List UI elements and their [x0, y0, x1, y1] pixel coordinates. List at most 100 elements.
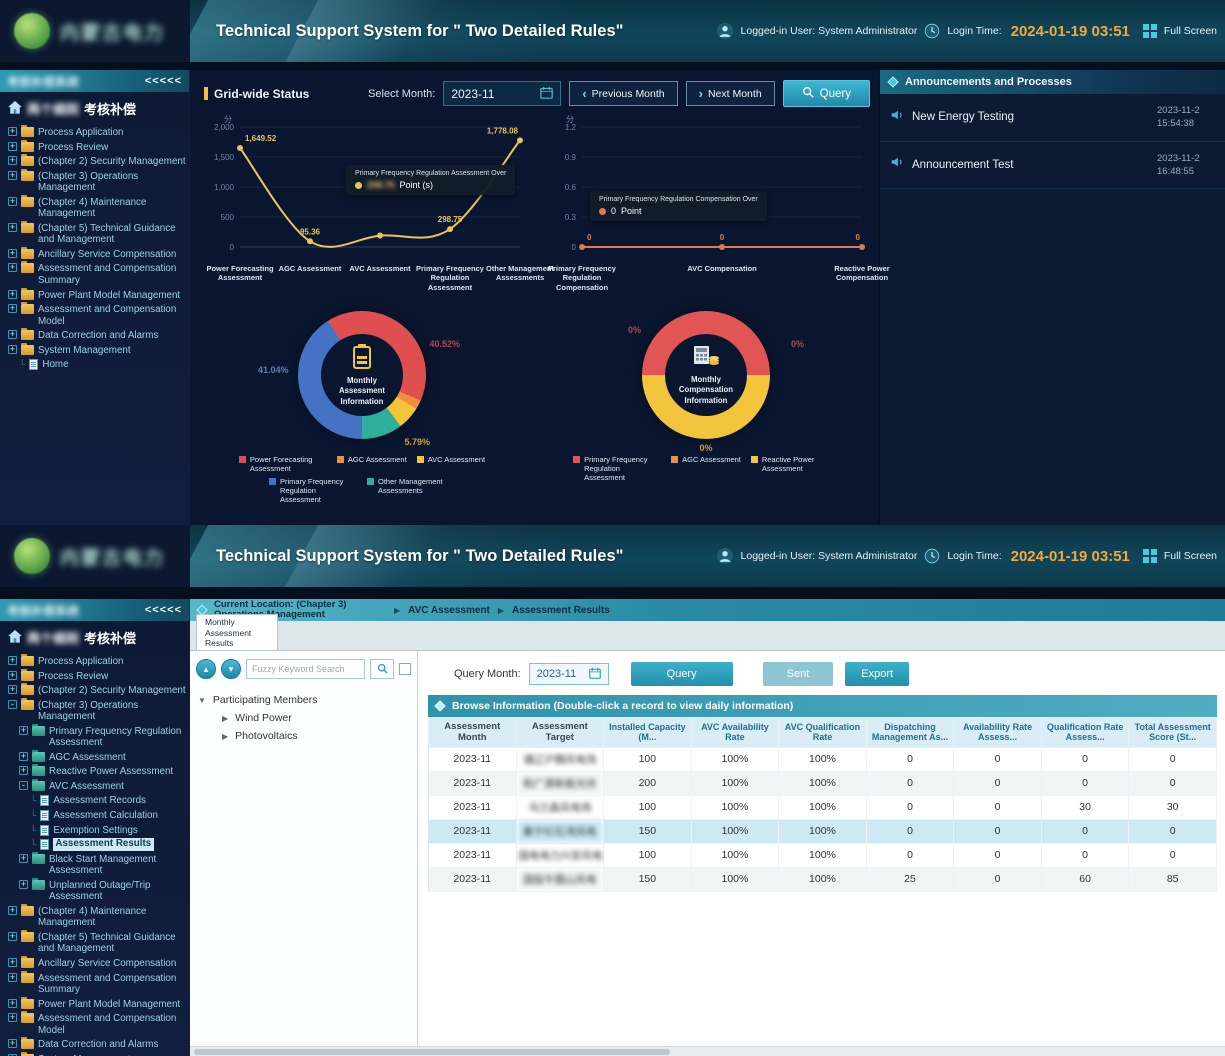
sidebar-collapse-arrows[interactable]: <<<<< [145, 75, 182, 87]
caret-right-icon[interactable]: ▶ [222, 714, 228, 723]
toggle-icon[interactable]: + [19, 766, 28, 775]
column-header-assessment-month[interactable]: Assessment Month [429, 718, 517, 748]
collapse-all-button[interactable]: ▾ [221, 659, 241, 679]
tree-item-chapter-5-technical-guidance-and-management[interactable]: +(Chapter 5) Technical Guidance and Mana… [0, 931, 189, 955]
tree-item-avc-assessment[interactable]: -AVC Assessment [0, 780, 189, 793]
table-row[interactable]: 2023-11和广源新能光伏200100%100%0000 [429, 771, 1217, 795]
sidebar-collapse-arrows[interactable]: <<<<< [145, 604, 182, 616]
toggle-icon[interactable]: + [8, 1013, 17, 1022]
toggle-icon[interactable]: + [8, 127, 17, 136]
toggle-icon[interactable]: + [19, 752, 28, 761]
tree-item-system-management[interactable]: +System Management [0, 344, 189, 357]
toggle-icon[interactable]: + [8, 958, 17, 967]
toggle-icon[interactable]: + [8, 223, 17, 232]
toggle-icon[interactable]: + [8, 906, 17, 915]
toggle-icon[interactable]: + [19, 726, 28, 735]
column-header-assessment-target[interactable]: Assessment Target [516, 718, 604, 748]
tree-item-assessment-results[interactable]: └Assessment Results [0, 838, 189, 851]
wind-power-node[interactable]: ▶ Wind Power [196, 709, 411, 727]
column-header-availability-rate-assess[interactable]: Availability Rate Assess... [954, 718, 1042, 748]
announcement-item[interactable]: New Energy Testing2023-11-215:54:38 [880, 94, 1225, 142]
tree-item-assessment-and-compensation-summary[interactable]: +Assessment and Compensation Summary [0, 262, 189, 286]
tree-item-chapter-3-operations-management[interactable]: -(Chapter 3) Operations Management [0, 699, 189, 723]
full-screen-label[interactable]: Full Screen [1164, 25, 1217, 37]
month-input[interactable]: 2023-11 [443, 81, 561, 106]
scrollbar-thumb[interactable] [194, 1049, 670, 1055]
tree-item-chapter-5-technical-guidance-and-management[interactable]: +(Chapter 5) Technical Guidance and Mana… [0, 222, 189, 246]
tree-item-chapter-4-maintenance-management[interactable]: +(Chapter 4) Maintenance Management [0, 905, 189, 929]
column-header-total-assessment-score-st[interactable]: Total Assessment Score (St... [1129, 718, 1217, 748]
table-row[interactable]: 2023-11国电电力兴安风电100100%100%0000 [429, 843, 1217, 867]
expand-all-button[interactable]: ▴ [196, 659, 216, 679]
breadcrumb-avc-assessment[interactable]: AVC Assessment [408, 605, 490, 616]
tree-item-chapter-2-security-management[interactable]: +(Chapter 2) Security Management [0, 155, 189, 168]
toggle-icon[interactable]: + [8, 249, 17, 258]
full-screen-icon[interactable] [1143, 549, 1157, 563]
table-row[interactable]: 2023-11通辽沪魏风电场100100%100%0000 [429, 747, 1217, 771]
toggle-icon[interactable]: + [8, 142, 17, 151]
caret-right-icon[interactable]: ▶ [222, 732, 228, 741]
toggle-icon[interactable]: + [8, 932, 17, 941]
horizontal-scrollbar[interactable] [190, 1046, 1225, 1056]
tree-item-reactive-power-assessment[interactable]: +Reactive Power Assessment [0, 765, 189, 778]
toggle-icon[interactable]: + [8, 685, 17, 694]
toggle-icon[interactable]: + [19, 880, 28, 889]
tree-item-ancillary-service-compensation[interactable]: +Ancillary Service Compensation [0, 248, 189, 261]
column-header-qualification-rate-assess[interactable]: Qualification Rate Assess... [1041, 718, 1129, 748]
member-search-button[interactable] [370, 659, 394, 679]
query-button[interactable]: Query [631, 662, 733, 686]
full-screen-label[interactable]: Full Screen [1164, 550, 1217, 562]
checkbox[interactable] [399, 663, 411, 675]
sidebar-root-node[interactable]: 两个细则 考核补偿 [0, 621, 189, 651]
full-screen-icon[interactable] [1143, 24, 1157, 38]
tree-item-process-application[interactable]: +Process Application [0, 655, 189, 668]
breadcrumb-assessment-results[interactable]: Assessment Results [512, 605, 610, 616]
fuzzy-search-input[interactable] [246, 659, 365, 679]
tree-item-assessment-calculation[interactable]: └Assessment Calculation [0, 809, 189, 822]
toggle-icon[interactable]: + [8, 197, 17, 206]
tree-item-power-plant-model-management[interactable]: +Power Plant Model Management [0, 998, 189, 1011]
toggle-icon[interactable]: + [19, 854, 28, 863]
tree-item-assessment-and-compensation-summary[interactable]: +Assessment and Compensation Summary [0, 972, 189, 996]
tree-item-process-review[interactable]: +Process Review [0, 670, 189, 683]
toggle-icon[interactable]: + [8, 973, 17, 982]
column-header-installed-capacity-m[interactable]: Installed Capacity (M... [604, 718, 692, 748]
toggle-icon[interactable]: + [8, 304, 17, 313]
tree-item-exemption-settings[interactable]: └Exemption Settings [0, 824, 189, 837]
toggle-icon[interactable]: - [19, 781, 28, 790]
toggle-icon[interactable]: + [8, 656, 17, 665]
column-header-avc-qualification-rate[interactable]: AVC Qualification Rate [779, 718, 867, 748]
tab-monthly-assessment-results[interactable]: Monthly Assessment Results [196, 614, 278, 650]
next-month-button[interactable]: ›Next Month [686, 81, 775, 106]
table-row[interactable]: 2023-11国投牛圈山风电150100%100%2506085 [429, 867, 1217, 891]
toggle-icon[interactable]: + [8, 290, 17, 299]
column-header-avc-availability-rate[interactable]: AVC Availability Rate [691, 718, 779, 748]
table-row[interactable]: 2023-11集宁红石湾风电150100%100%0000 [429, 819, 1217, 843]
tree-item-primary-frequency-regulation-assessment[interactable]: +Primary Frequency Regulation Assessment [0, 725, 189, 749]
tree-item-black-start-management-assessment[interactable]: +Black Start Management Assessment [0, 853, 189, 877]
toggle-icon[interactable]: + [8, 330, 17, 339]
toggle-icon[interactable]: - [8, 700, 17, 709]
caret-down-icon[interactable]: ▼ [198, 696, 206, 705]
toggle-icon[interactable]: + [8, 156, 17, 165]
tree-item-data-correction-and-alarms[interactable]: +Data Correction and Alarms [0, 329, 189, 342]
toggle-icon[interactable]: + [8, 171, 17, 180]
tree-item-chapter-4-maintenance-management[interactable]: +(Chapter 4) Maintenance Management [0, 196, 189, 220]
export-button[interactable]: Export [845, 662, 909, 686]
toggle-icon[interactable]: + [8, 1039, 17, 1048]
tree-item-assessment-records[interactable]: └Assessment Records [0, 794, 189, 807]
toggle-icon[interactable]: + [8, 999, 17, 1008]
previous-month-button[interactable]: ‹Previous Month [569, 81, 677, 106]
table-row[interactable]: 2023-11乌兰森风电场100100%100%003030 [429, 795, 1217, 819]
tree-item-assessment-and-compensation-model[interactable]: +Assessment and Compensation Model [0, 1012, 189, 1036]
sent-button[interactable]: Sent [763, 662, 834, 686]
query-button[interactable]: Query [783, 80, 870, 107]
sidebar-root-node[interactable]: 两个细则 考核补偿 [0, 92, 189, 122]
tree-item-power-plant-model-management[interactable]: +Power Plant Model Management [0, 289, 189, 302]
tree-item-data-correction-and-alarms[interactable]: +Data Correction and Alarms [0, 1038, 189, 1051]
tree-item-chapter-2-security-management[interactable]: +(Chapter 2) Security Management [0, 684, 189, 697]
tree-item-home[interactable]: └Home [0, 358, 189, 371]
tree-item-process-application[interactable]: +Process Application [0, 126, 189, 139]
toggle-icon[interactable]: + [8, 345, 17, 354]
toggle-icon[interactable]: + [8, 263, 17, 272]
